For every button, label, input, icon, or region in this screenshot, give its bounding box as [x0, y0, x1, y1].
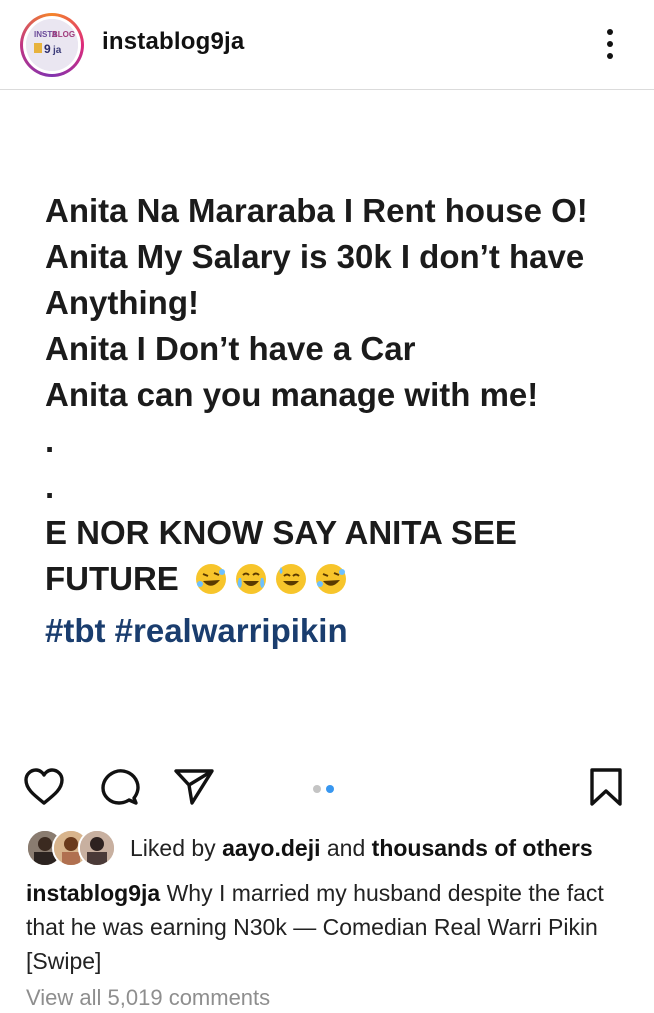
post-line: E NOR KNOW SAY ANITA SEE [45, 514, 517, 551]
post-caption: instablog9ja Why I married my husband de… [26, 876, 626, 978]
post-header: INSTA BLOG 9 ja instablog9ja [0, 0, 654, 90]
likes-middle: and [320, 835, 372, 861]
post-line: FUTURE [45, 560, 179, 597]
likes-row[interactable]: Liked by aayo.deji and thousands of othe… [26, 829, 646, 869]
share-send-icon[interactable] [172, 765, 216, 809]
rolling-laughing-emoji-icon [194, 562, 228, 608]
svg-text:9: 9 [44, 42, 51, 56]
post-line: . [45, 422, 55, 459]
avatar-image: INSTA BLOG 9 ja [26, 19, 78, 71]
svg-text:ja: ja [52, 45, 62, 56]
post-line: Anita I Don’t have a Car [45, 330, 416, 367]
svg-text:BLOG: BLOG [52, 30, 75, 39]
carousel-indicator [313, 780, 339, 798]
header-username[interactable]: instablog9ja [102, 28, 244, 56]
post-image[interactable]: Anita Na Mararaba I Rent house O! Anita … [0, 90, 654, 740]
post-line: Anita can you manage with me! [45, 376, 539, 413]
like-heart-icon[interactable] [22, 765, 66, 809]
sweat-smile-emoji-icon [274, 562, 308, 608]
post-line: Anita My Salary is 30k I don’t have [45, 238, 585, 275]
comment-bubble-icon[interactable] [98, 765, 142, 809]
view-comments-link[interactable]: View all 5,019 comments [26, 985, 270, 1011]
post-hashtags: #tbt #realwarripikin [45, 612, 348, 649]
instablog-logo-icon: INSTA BLOG 9 ja [26, 19, 78, 71]
more-options-icon[interactable] [596, 26, 624, 62]
likes-prefix: Liked by [130, 835, 223, 861]
save-bookmark-icon[interactable] [584, 765, 628, 809]
carousel-dot [313, 785, 321, 793]
post-line: Anything! [45, 284, 199, 321]
post-line: . [45, 468, 55, 505]
rolling-laughing-emoji-icon [314, 562, 348, 608]
liker-avatar [78, 829, 116, 867]
post-line: Anita Na Mararaba I Rent house O! [45, 192, 588, 229]
carousel-dot-active [326, 785, 334, 793]
likes-summary: Liked by aayo.deji and thousands of othe… [130, 835, 593, 862]
avatar[interactable]: INSTA BLOG 9 ja [20, 13, 84, 77]
tears-of-joy-emoji-icon [234, 562, 268, 608]
post-line-with-emojis: FUTURE [45, 556, 645, 608]
caption-username[interactable]: instablog9ja [26, 880, 160, 906]
avatar-border: INSTA BLOG 9 ja [23, 16, 81, 74]
liker-username[interactable]: aayo.deji [222, 835, 320, 861]
post-text-block: Anita Na Mararaba I Rent house O! Anita … [45, 188, 645, 654]
likes-others[interactable]: thousands of others [372, 835, 593, 861]
